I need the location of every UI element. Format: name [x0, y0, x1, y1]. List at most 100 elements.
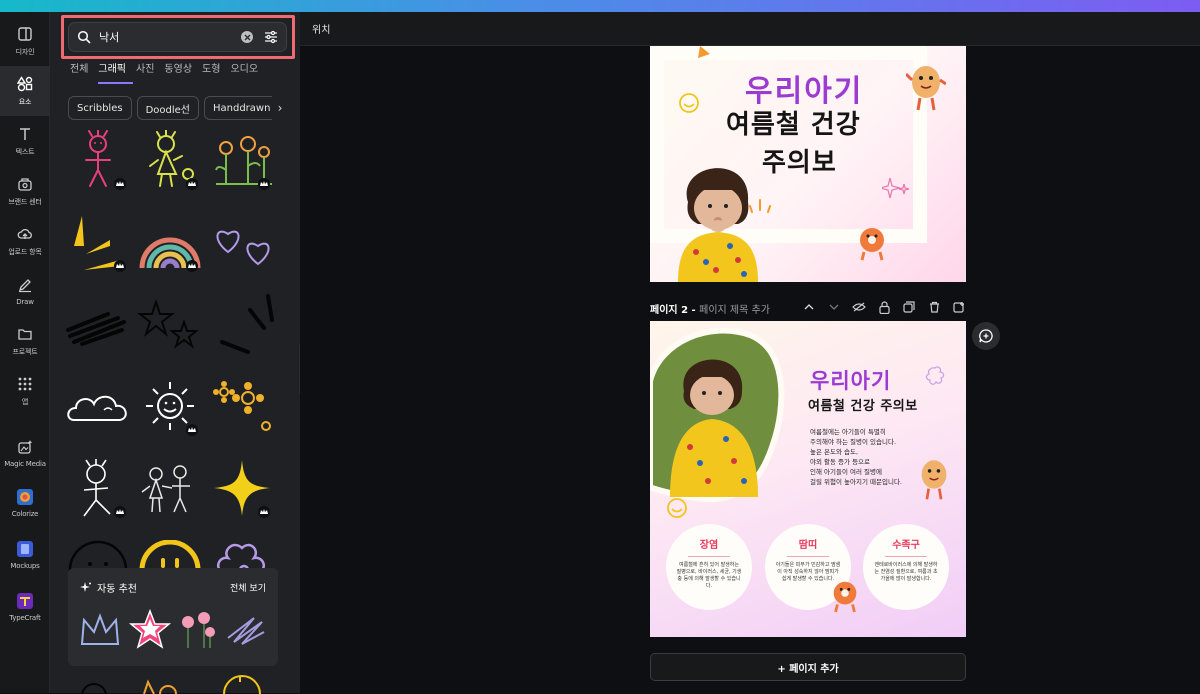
graphic-yellow-bursts[interactable] — [64, 212, 132, 274]
info-card-hfmd[interactable]: 수족구 엔테로바이러스에 의해 발생하는 전염성 질환으로, 여름과 초가을에 … — [863, 524, 949, 610]
add-page-button[interactable]: + 페이지 추가 — [650, 653, 966, 681]
rail-label: 브랜드 센터 — [8, 198, 42, 206]
trash-icon[interactable] — [927, 300, 941, 314]
search-box[interactable] — [68, 22, 287, 52]
page2-title[interactable]: 페이지 2 - 페이지 제목 추가 — [650, 301, 770, 316]
crown-icon — [114, 260, 126, 272]
rail-label: Colorize — [11, 510, 39, 518]
graphic-white-bug-figure[interactable] — [64, 458, 132, 520]
tab-photos[interactable]: 사진 — [136, 62, 161, 84]
suggest-pink-star[interactable] — [128, 608, 172, 652]
crown-icon — [186, 178, 198, 190]
rail-label: Magic Media — [4, 460, 46, 468]
blob-photo[interactable] — [650, 321, 790, 511]
elements-panel: 전체 그래픽 사진 동영상 도형 오디오 Scribbles Doodle선 H… — [50, 12, 344, 694]
graphic-yellow-sparkle[interactable] — [208, 458, 276, 520]
graphic-orange-flowers[interactable] — [208, 130, 276, 192]
graphic-black-stars[interactable] — [136, 294, 204, 356]
top-gradient-bar — [0, 0, 1200, 12]
rail-label: 디자인 — [15, 48, 35, 56]
card-desc: 여름철에 흔히 있어 발생하는 질병으로, 바이러스, 세균, 기생충 등에 의… — [676, 562, 742, 589]
chevron-right-icon[interactable]: › — [272, 96, 288, 120]
rail-elements[interactable]: 요소 — [0, 66, 50, 116]
rail-brand[interactable]: 브랜드 센터 — [0, 166, 50, 216]
graphic-rainbow[interactable] — [136, 212, 204, 274]
graphic-two-kids[interactable] — [136, 458, 204, 520]
star-doodle-icon — [698, 46, 710, 58]
sparkle-doodle-icon — [882, 177, 910, 199]
page1-title-line3[interactable]: 주의보 — [762, 142, 837, 179]
rail-design[interactable]: 디자인 — [0, 16, 50, 66]
body-line: 주의해야 하는 질병이 있습니다. — [810, 438, 897, 446]
crown-icon — [186, 260, 198, 272]
filter-icon[interactable] — [264, 30, 278, 44]
peach-mascot-icon — [921, 460, 947, 500]
design-page-2[interactable]: 우리아기 여름철 건강 주의보 여름철에는 아기들이 특별히 주의해야 하는 질… — [650, 321, 966, 637]
tab-all[interactable]: 전체 — [70, 62, 95, 84]
upload-icon — [16, 225, 34, 243]
tab-graphics[interactable]: 그래픽 — [98, 62, 134, 84]
graphic-yellow-flowers[interactable] — [208, 376, 276, 438]
tab-audio[interactable]: 오디오 — [230, 62, 265, 84]
rail-label: Mockups — [10, 562, 40, 570]
suggest-crown[interactable] — [78, 608, 122, 652]
editor-toolbar: 위치 — [300, 12, 1200, 46]
page2-title-line1[interactable]: 우리아기 — [810, 365, 891, 395]
rail-typecraft[interactable]: TypeCraft — [0, 582, 50, 632]
rail-colorize[interactable]: Colorize — [0, 478, 50, 528]
sparkle-icon — [80, 581, 91, 592]
lock-icon[interactable] — [877, 300, 891, 314]
page2-label: 페이지 2 - — [650, 304, 696, 316]
search-input[interactable] — [99, 30, 239, 44]
clear-search-icon[interactable] — [241, 31, 253, 43]
comment-add-icon — [979, 329, 993, 343]
design-icon — [16, 25, 34, 43]
chevron-up-icon[interactable] — [802, 300, 816, 314]
graphic-yellow-stick-figure[interactable] — [136, 129, 204, 192]
colorize-icon — [16, 488, 34, 506]
rail-label: 업로드 항목 — [8, 248, 42, 256]
see-all-link[interactable]: 전체 보기 — [230, 581, 266, 594]
page1-title-line2[interactable]: 여름철 건강 — [726, 104, 861, 141]
chip-handdrawn[interactable]: Handdrawn — [204, 96, 280, 120]
chip-scribbles[interactable]: Scribbles — [68, 96, 132, 120]
rail-apps[interactable]: 앱 — [0, 366, 50, 416]
rail-magic-media[interactable]: Magic Media — [0, 428, 50, 478]
tab-videos[interactable]: 동영상 — [164, 62, 199, 84]
info-card-enteritis[interactable]: 장염 여름철에 흔히 있어 발생하는 질병으로, 바이러스, 세균, 기생충 등… — [666, 524, 752, 610]
suggest-purple-scribble[interactable] — [224, 608, 268, 652]
position-button[interactable]: 위치 — [312, 21, 330, 36]
rail-text[interactable]: 텍스트 — [0, 116, 50, 166]
page2-title-line2[interactable]: 여름철 건강 주의보 — [808, 395, 918, 414]
crown-icon — [114, 506, 126, 518]
rail-mockups[interactable]: Mockups — [0, 530, 50, 580]
graphic-black-lines[interactable] — [208, 294, 276, 356]
graphic-white-sun[interactable] — [136, 376, 204, 438]
chevron-down-icon[interactable] — [827, 300, 841, 314]
card-divider — [688, 556, 730, 557]
draw-icon — [16, 276, 34, 294]
rail-label: 프로젝트 — [12, 348, 38, 356]
suggest-roses[interactable] — [176, 608, 220, 652]
elements-icon — [16, 75, 34, 93]
crown-icon — [114, 178, 126, 190]
graphic-white-cloud[interactable] — [64, 376, 132, 438]
design-page-1[interactable]: 우리아기 여름철 건강 주의보 — [650, 46, 966, 282]
add-page-icon[interactable] — [952, 300, 966, 314]
graphic-pink-stick-figure[interactable] — [64, 129, 132, 192]
category-tabs: 전체 그래픽 사진 동영상 도형 오디오 — [70, 62, 300, 84]
rail-draw[interactable]: Draw — [0, 266, 50, 316]
rail-projects[interactable]: 프로젝트 — [0, 316, 50, 366]
graphic-purple-hearts[interactable] — [208, 212, 276, 274]
tab-shapes[interactable]: 도형 — [202, 62, 227, 84]
more-graphics-peek — [64, 674, 280, 694]
duplicate-icon[interactable] — [902, 300, 916, 314]
hide-page-icon[interactable] — [852, 300, 866, 314]
smiley-doodle-icon — [679, 93, 699, 113]
chip-doodle[interactable]: Doodle선 — [136, 96, 199, 120]
rail-upload[interactable]: 업로드 항목 — [0, 216, 50, 266]
add-comment-button[interactable] — [972, 322, 1000, 350]
card-divider — [885, 556, 927, 557]
graphic-black-scribble[interactable] — [64, 294, 132, 356]
page2-title-placeholder[interactable]: 페이지 제목 추가 — [699, 305, 770, 316]
